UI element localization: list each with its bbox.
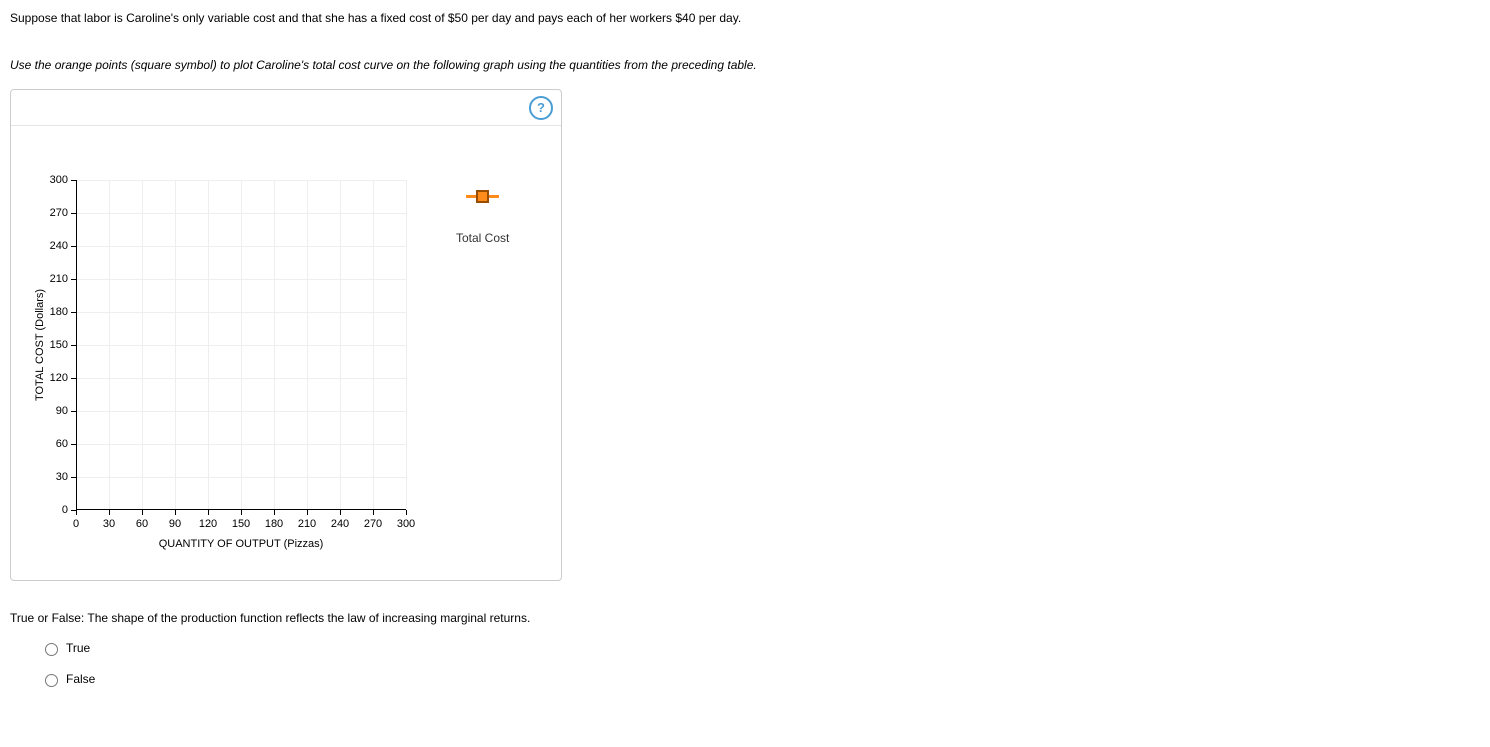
graph-panel: ? 03060901201501802102402703000306090120… — [10, 89, 562, 581]
plot-area[interactable]: 0306090120150180210240270300030609012015… — [76, 180, 406, 510]
x-tick-label: 120 — [199, 518, 217, 530]
legend-marker-total-cost[interactable] — [456, 190, 509, 203]
help-icon[interactable]: ? — [529, 96, 553, 120]
x-tick-label: 30 — [103, 518, 115, 530]
true-false-question: True or False: The shape of the producti… — [10, 611, 1480, 625]
y-tick-label: 300 — [38, 174, 68, 186]
x-tick-label: 300 — [397, 518, 415, 530]
x-tick-label: 210 — [298, 518, 316, 530]
graph-header: ? — [11, 90, 561, 126]
square-icon — [476, 190, 489, 203]
y-tick-label: 60 — [38, 438, 68, 450]
radio-false-label: False — [66, 672, 95, 686]
x-tick-label: 90 — [169, 518, 181, 530]
y-tick-label: 90 — [38, 405, 68, 417]
legend-label: Total Cost — [456, 231, 509, 245]
x-tick-label: 150 — [232, 518, 250, 530]
intro-text: Suppose that labor is Caroline's only va… — [10, 10, 1480, 27]
y-tick-label: 210 — [38, 273, 68, 285]
radio-option-true[interactable]: True — [40, 640, 1480, 656]
radio-option-false[interactable]: False — [40, 671, 1480, 687]
y-tick-label: 240 — [38, 240, 68, 252]
y-tick-label: 0 — [38, 504, 68, 516]
y-axis-title: TOTAL COST (Dollars) — [34, 289, 46, 401]
instruction-text: Use the orange points (square symbol) to… — [10, 57, 1480, 74]
x-tick-label: 270 — [364, 518, 382, 530]
x-tick-label: 0 — [73, 518, 79, 530]
x-tick-label: 240 — [331, 518, 349, 530]
legend-line-right — [489, 195, 499, 198]
y-axis — [76, 180, 77, 510]
radio-true-label: True — [66, 641, 90, 655]
legend-line-left — [466, 195, 476, 198]
x-tick-label: 180 — [265, 518, 283, 530]
y-tick-label: 270 — [38, 207, 68, 219]
radio-true[interactable] — [45, 643, 58, 656]
radio-false[interactable] — [45, 674, 58, 687]
legend: Total Cost — [456, 190, 509, 245]
x-tick-label: 60 — [136, 518, 148, 530]
y-tick-label: 30 — [38, 471, 68, 483]
x-axis-title: QUANTITY OF OUTPUT (Pizzas) — [159, 538, 324, 550]
